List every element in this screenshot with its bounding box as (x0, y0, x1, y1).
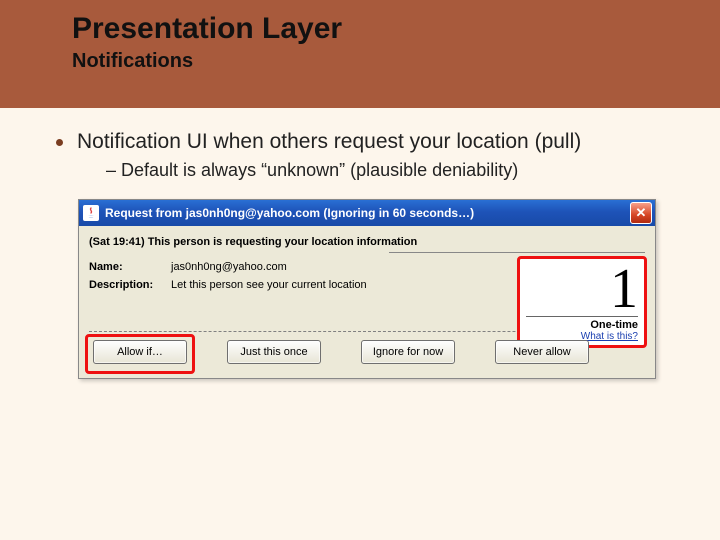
slide-header: Presentation Layer Notifications (0, 0, 720, 108)
notification-dialog: Request from jas0nh0ng@yahoo.com (Ignori… (78, 199, 656, 379)
bullet-main-text: Notification UI when others request your… (77, 130, 581, 154)
one-time-label: One-time (526, 319, 638, 331)
allow-if-button[interactable]: Allow if… (93, 340, 187, 364)
dialog-titlebar: Request from jas0nh0ng@yahoo.com (Ignori… (79, 200, 655, 226)
never-allow-button[interactable]: Never allow (495, 340, 589, 364)
close-icon: ✕ (636, 205, 647, 221)
request-summary: (Sat 19:41) This person is requesting yo… (89, 236, 645, 248)
dialog-body: (Sat 19:41) This person is requesting yo… (79, 226, 655, 378)
ignore-for-now-button[interactable]: Ignore for now (361, 340, 455, 364)
description-value: Let this person see your current locatio… (171, 279, 367, 291)
close-button[interactable]: ✕ (630, 202, 652, 224)
description-label: Description: (89, 279, 171, 291)
bullet-main: Notification UI when others request your… (56, 130, 692, 154)
slide-body: Notification UI when others request your… (0, 108, 720, 379)
bullet-sub: – Default is always “unknown” (plausible… (106, 160, 692, 181)
java-icon (83, 205, 99, 221)
dialog-title: Request from jas0nh0ng@yahoo.com (Ignori… (105, 206, 630, 220)
name-label: Name: (89, 261, 171, 273)
one-time-number: 1 (526, 262, 638, 317)
bullet-dot-icon (56, 139, 63, 146)
divider (389, 252, 645, 253)
one-time-panel: 1 One-time What is this? (517, 256, 647, 348)
just-this-once-button[interactable]: Just this once (227, 340, 321, 364)
name-value: jas0nh0ng@yahoo.com (171, 261, 287, 273)
slide-subtitle: Notifications (72, 50, 720, 73)
slide-title: Presentation Layer (72, 12, 720, 46)
button-row: Allow if… Just this once Ignore for now … (89, 340, 645, 372)
